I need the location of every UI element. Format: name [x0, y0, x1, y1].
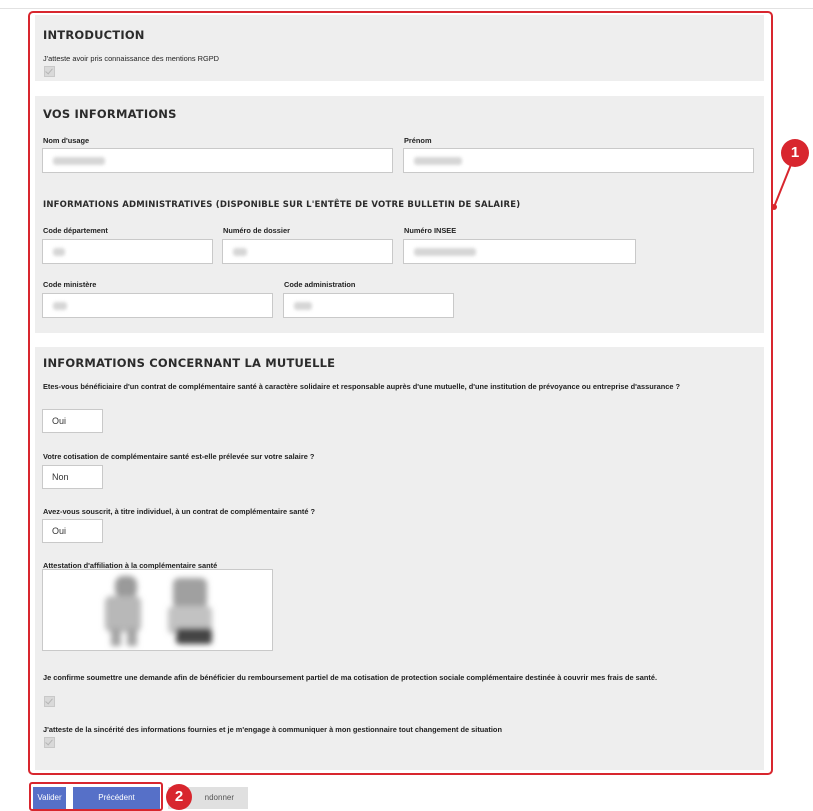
question-individuel-select[interactable]: Oui	[42, 519, 103, 543]
annotation-badge-2: 2	[166, 784, 192, 810]
attestation-upload-preview[interactable]	[42, 569, 273, 651]
question-cotisation-select[interactable]: Non	[42, 465, 103, 489]
question-beneficiaire-label: Etes-vous bénéficiaire d'un contrat de c…	[43, 382, 681, 391]
buttons-highlight-frame	[29, 782, 163, 811]
section-title-informations-administratives: INFORMATIONS ADMINISTRATIVES (DISPONIBLE…	[43, 200, 521, 210]
prenom-input[interactable]	[403, 148, 754, 173]
section-mutuelle: INFORMATIONS CONCERNANT LA MUTUELLE Etes…	[35, 347, 764, 770]
sincerite-checkbox[interactable]	[44, 737, 55, 748]
numero-dossier-input[interactable]	[222, 239, 393, 264]
code-ministere-input[interactable]	[42, 293, 273, 318]
section-title-mutuelle: INFORMATIONS CONCERNANT LA MUTUELLE	[43, 356, 336, 370]
question-beneficiaire-select[interactable]: Oui	[42, 409, 103, 433]
rgpd-checkbox[interactable]	[44, 66, 55, 77]
code-administration-label: Code administration	[284, 280, 356, 289]
question-individuel-label: Avez-vous souscrit, à titre individuel, …	[43, 507, 316, 516]
redacted-value	[53, 302, 67, 310]
redacted-value	[53, 248, 65, 256]
nom-usage-label: Nom d'usage	[43, 136, 90, 145]
redacted-value	[414, 157, 462, 165]
prenom-label: Prénom	[404, 136, 432, 145]
code-administration-input[interactable]	[283, 293, 454, 318]
redacted-value	[294, 302, 312, 310]
attestation-thumbnail	[105, 576, 212, 646]
check-icon	[45, 696, 53, 705]
nom-usage-input[interactable]	[42, 148, 393, 173]
code-departement-input[interactable]	[42, 239, 213, 264]
numero-dossier-label: Numéro de dossier	[223, 226, 290, 235]
numero-insee-input[interactable]	[403, 239, 636, 264]
top-divider	[0, 8, 813, 9]
section-title-introduction: INTRODUCTION	[43, 28, 145, 42]
redacted-value	[414, 248, 476, 256]
confirm-demande-label: Je confirme soumettre une demande afin d…	[43, 673, 658, 682]
sincerite-label: J'atteste de la sincérité des informatio…	[43, 725, 502, 734]
redacted-value	[53, 157, 105, 165]
confirm-demande-checkbox[interactable]	[44, 696, 55, 707]
code-departement-label: Code département	[43, 226, 108, 235]
rgpd-label: J'atteste avoir pris connaissance des me…	[43, 54, 219, 63]
annotation-pointer-1	[771, 161, 793, 210]
section-introduction: INTRODUCTION J'atteste avoir pris connai…	[35, 15, 764, 81]
question-cotisation-label: Votre cotisation de complémentaire santé…	[43, 452, 315, 461]
check-icon	[45, 66, 53, 75]
check-icon	[45, 737, 53, 746]
numero-insee-label: Numéro INSEE	[404, 226, 457, 235]
section-vos-informations: VOS INFORMATIONS Nom d'usage Prénom INFO…	[35, 96, 764, 333]
section-title-vos-informations: VOS INFORMATIONS	[43, 107, 177, 121]
redacted-value	[233, 248, 247, 256]
code-ministere-label: Code ministère	[43, 280, 97, 289]
